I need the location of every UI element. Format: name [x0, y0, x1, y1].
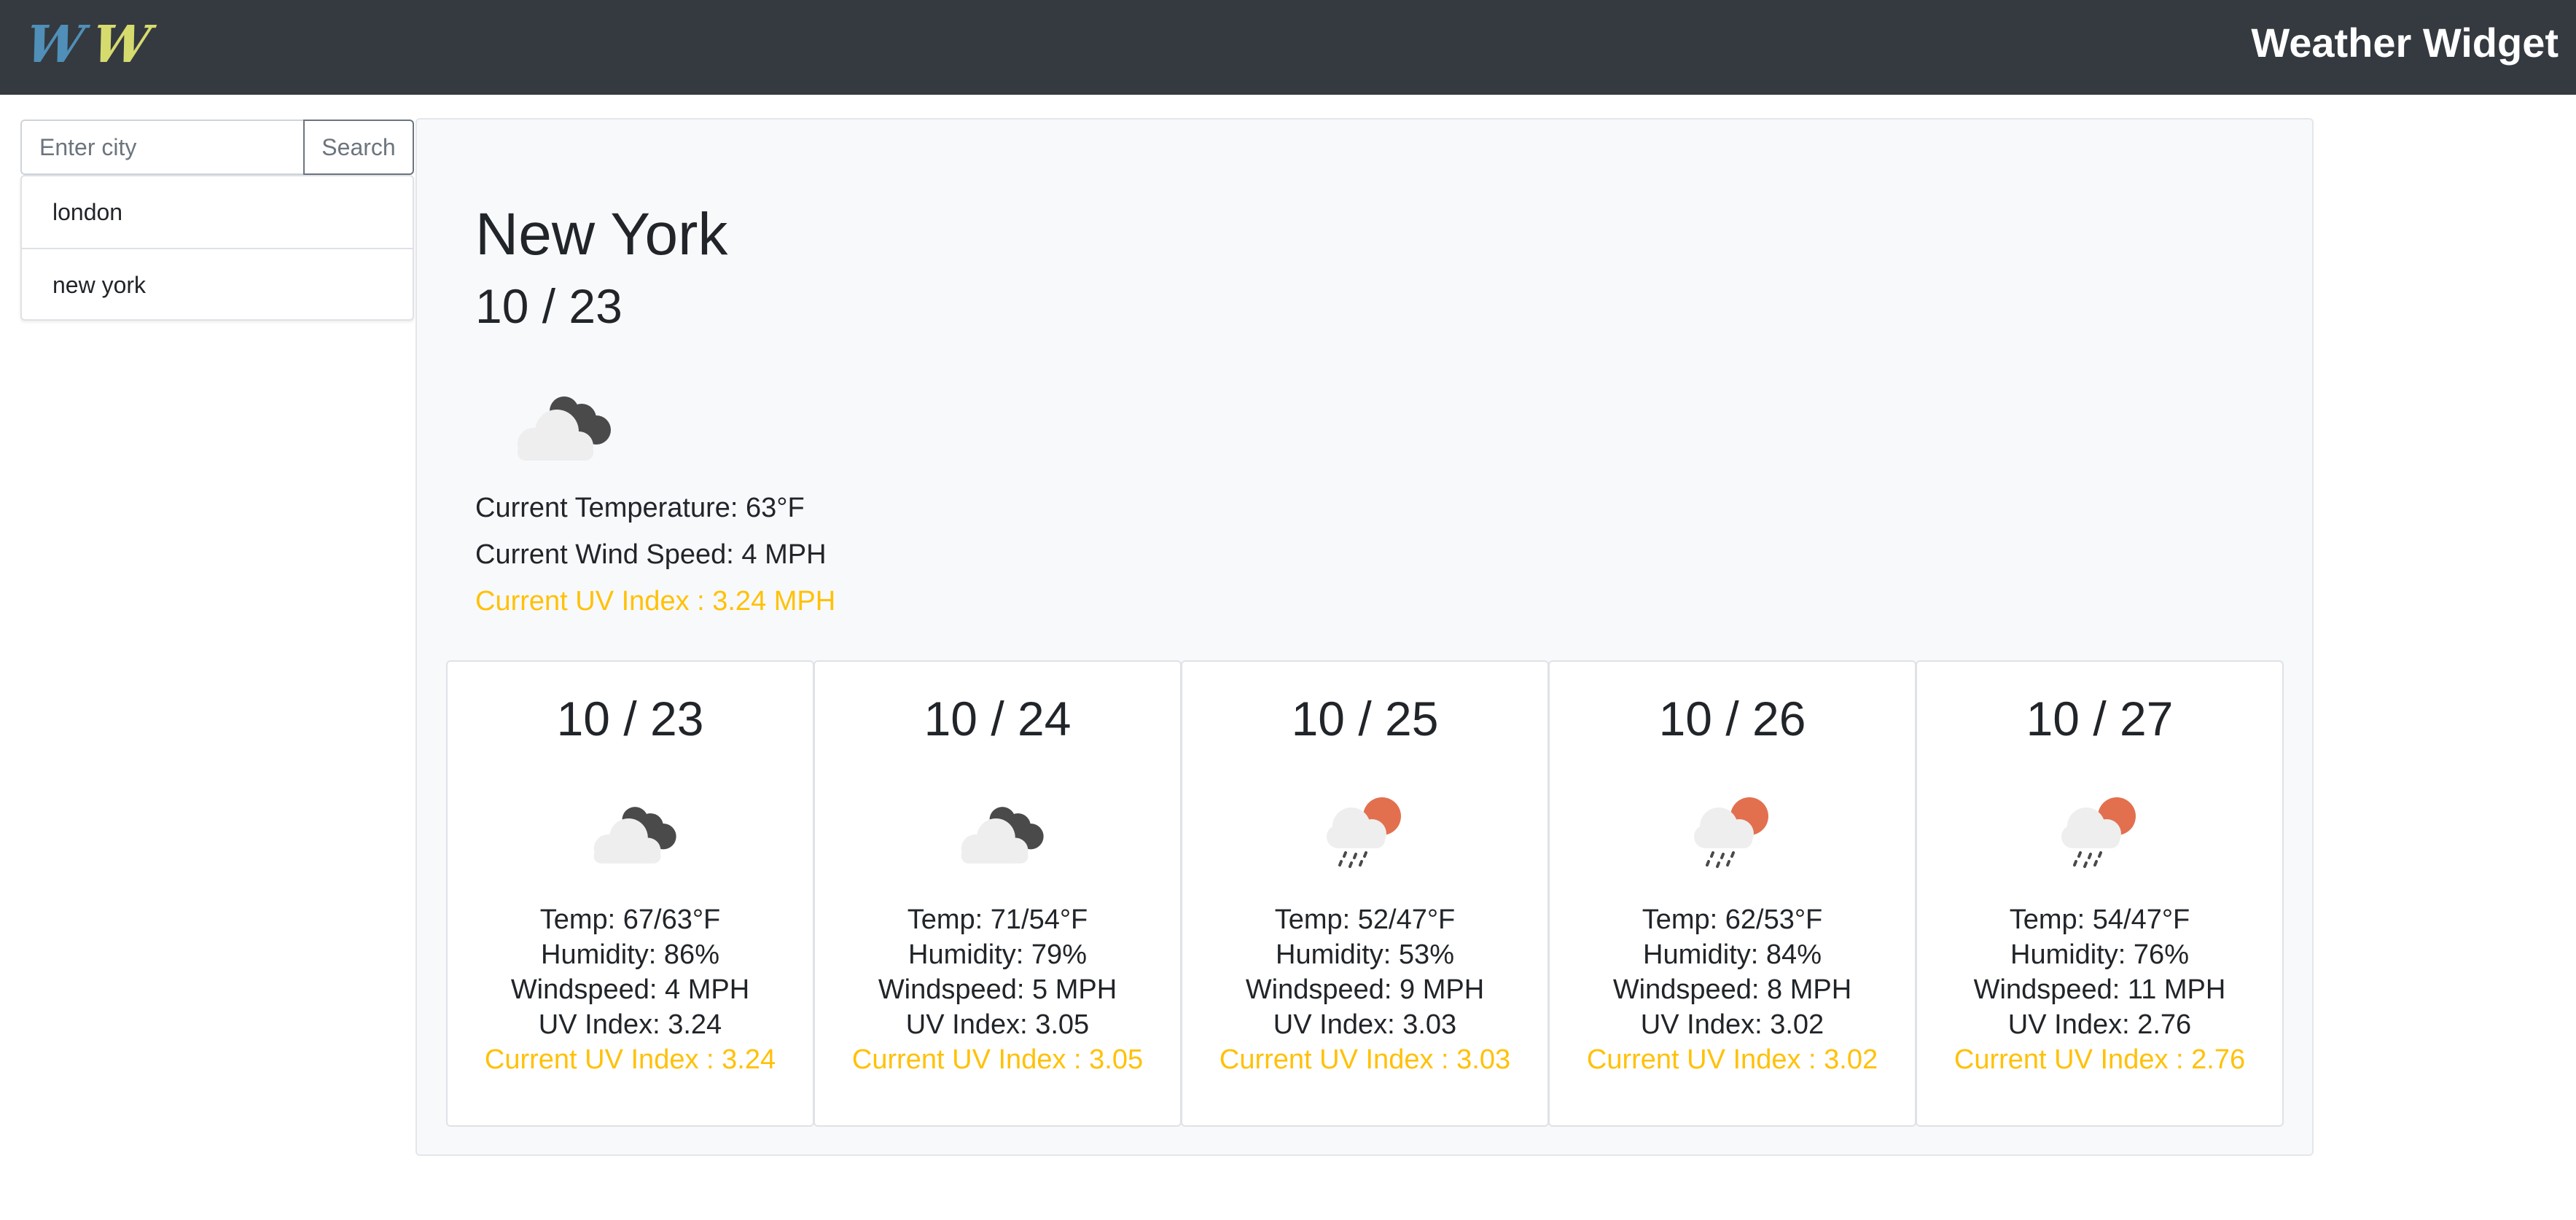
forecast-humidity: Humidity: 84%: [1643, 939, 1822, 970]
app-title[interactable]: Weather Widget: [2251, 17, 2559, 69]
forecast-card: 10 / 27 Temp: 54/47°F Humidity: 76% Wind…: [1916, 660, 2284, 1127]
forecast-windspeed: Windspeed: 9 MPH: [1245, 974, 1485, 1005]
forecast-humidity: Humidity: 53%: [1276, 939, 1454, 970]
forecast-windspeed: Windspeed: 5 MPH: [878, 974, 1117, 1005]
search-button[interactable]: Search: [303, 120, 414, 175]
forecast-current-uv-index: Current UV Index : 3.02: [1586, 1044, 1878, 1075]
forecast-current-uv-index: Current UV Index : 3.05: [851, 1044, 1144, 1075]
forecast-current-uv-index: Current UV Index : 3.24: [484, 1044, 776, 1075]
city-name: New York: [475, 201, 728, 267]
forecast-date: 10 / 27: [2026, 692, 2174, 746]
rain-sun-icon: [1678, 786, 1787, 873]
forecast-current-uv-index: Current UV Index : 2.76: [1954, 1044, 2246, 1075]
history-item-london[interactable]: london: [22, 176, 413, 248]
forecast-row: 10 / 23 Temp: 67/63°F Humidity: 86% Wind…: [446, 660, 2284, 1127]
forecast-card: 10 / 24 Temp: 71/54°F Humidity: 79% Wind…: [813, 660, 1182, 1127]
forecast-windspeed: Windspeed: 11 MPH: [1973, 974, 2226, 1005]
app-logo[interactable]: W W: [22, 14, 154, 74]
current-uv-index: Current UV Index : 3.24 MPH: [475, 586, 836, 617]
current-date: 10 / 23: [475, 279, 622, 333]
logo-letter: W: [87, 14, 155, 74]
forecast-temp: Temp: 62/53°F: [1642, 904, 1823, 935]
cloudy-night-icon: [497, 375, 621, 469]
current-wind-speed: Current Wind Speed: 4 MPH: [475, 539, 827, 570]
weather-panel: New York 10 / 23 Current Temperature: 63…: [415, 118, 2314, 1156]
search-group: Search: [20, 120, 414, 175]
cloudy-night-icon: [576, 786, 685, 873]
forecast-temp: Temp: 52/47°F: [1274, 904, 1456, 935]
forecast-humidity: Humidity: 86%: [541, 939, 719, 970]
forecast-date: 10 / 24: [924, 692, 1072, 746]
forecast-temp: Temp: 71/54°F: [907, 904, 1088, 935]
forecast-date: 10 / 25: [1291, 692, 1439, 746]
forecast-date: 10 / 26: [1658, 692, 1806, 746]
cloudy-night-icon: [943, 786, 1053, 873]
forecast-card: 10 / 23 Temp: 67/63°F Humidity: 86% Wind…: [446, 660, 814, 1127]
forecast-temp: Temp: 54/47°F: [2009, 904, 2190, 935]
search-history-list: london new york: [20, 175, 414, 321]
forecast-temp: Temp: 67/63°F: [539, 904, 721, 935]
rain-sun-icon: [1311, 786, 1420, 873]
forecast-uv-index: UV Index: 3.24: [538, 1009, 722, 1040]
forecast-humidity: Humidity: 79%: [908, 939, 1087, 970]
logo-letter: W: [22, 14, 88, 74]
forecast-uv-index: UV Index: 3.02: [1640, 1009, 1824, 1040]
history-item-new-york[interactable]: new york: [22, 248, 413, 319]
forecast-card: 10 / 26 Temp: 62/53°F Humidity: 84% Wind…: [1548, 660, 1916, 1127]
forecast-card: 10 / 25 Temp: 52/47°F Humidity: 53% Wind…: [1181, 660, 1549, 1127]
city-search-input[interactable]: [20, 120, 303, 175]
forecast-uv-index: UV Index: 3.03: [1273, 1009, 1457, 1040]
forecast-windspeed: Windspeed: 4 MPH: [510, 974, 750, 1005]
forecast-humidity: Humidity: 76%: [2010, 939, 2189, 970]
forecast-uv-index: UV Index: 2.76: [2007, 1009, 2192, 1040]
current-temperature: Current Temperature: 63°F: [475, 493, 805, 523]
navbar: W W Weather Widget: [0, 0, 2576, 95]
forecast-date: 10 / 23: [556, 692, 704, 746]
forecast-uv-index: UV Index: 3.05: [905, 1009, 1090, 1040]
forecast-current-uv-index: Current UV Index : 3.03: [1219, 1044, 1511, 1075]
forecast-windspeed: Windspeed: 8 MPH: [1612, 974, 1852, 1005]
rain-sun-icon: [2045, 786, 2155, 873]
